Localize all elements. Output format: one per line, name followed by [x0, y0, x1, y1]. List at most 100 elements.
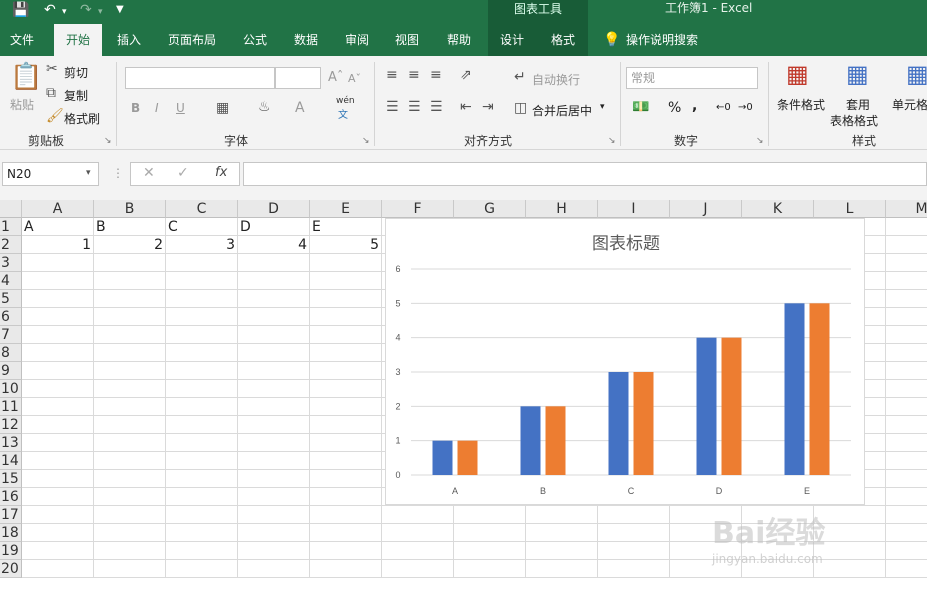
cell-e13[interactable]: [310, 434, 382, 452]
cell-h18[interactable]: [526, 524, 598, 542]
cell-d7[interactable]: [238, 326, 310, 344]
row-header-6[interactable]: 6: [0, 308, 22, 326]
row-header-16[interactable]: 16: [0, 488, 22, 506]
redo-icon[interactable]: ↷: [80, 2, 92, 18]
cell-d12[interactable]: [238, 416, 310, 434]
cell-g19[interactable]: [454, 542, 526, 560]
tab-insert[interactable]: 插入: [108, 24, 150, 56]
tab-home[interactable]: 开始: [54, 24, 102, 56]
save-icon[interactable]: 💾: [12, 2, 29, 18]
phonetic-guide-icon[interactable]: wén: [336, 96, 355, 106]
paste-label[interactable]: 粘贴: [10, 96, 34, 113]
underline-button[interactable]: U: [176, 101, 185, 115]
align-middle-icon[interactable]: ≡: [408, 68, 420, 82]
cell-c11[interactable]: [166, 398, 238, 416]
cell-e11[interactable]: [310, 398, 382, 416]
cell-d1[interactable]: D: [238, 218, 310, 236]
enter-icon[interactable]: ✓: [177, 165, 189, 181]
cell-b7[interactable]: [94, 326, 166, 344]
cut-button[interactable]: 剪切: [64, 64, 88, 81]
cell-g20[interactable]: [454, 560, 526, 578]
row-header-5[interactable]: 5: [0, 290, 22, 308]
comma-style-button[interactable]: ,: [692, 98, 697, 114]
cell-m8[interactable]: [886, 344, 927, 362]
cell-i19[interactable]: [598, 542, 670, 560]
cell-c1[interactable]: C: [166, 218, 238, 236]
cell-a14[interactable]: [22, 452, 94, 470]
number-format-select[interactable]: 常规: [626, 67, 758, 89]
cell-c18[interactable]: [166, 524, 238, 542]
cell-d13[interactable]: [238, 434, 310, 452]
cell-a10[interactable]: [22, 380, 94, 398]
cell-h17[interactable]: [526, 506, 598, 524]
cell-m4[interactable]: [886, 272, 927, 290]
cell-a15[interactable]: [22, 470, 94, 488]
bold-button[interactable]: B: [131, 101, 140, 115]
cell-m1[interactable]: [886, 218, 927, 236]
column-header-e[interactable]: E: [310, 200, 382, 218]
cell-e19[interactable]: [310, 542, 382, 560]
align-bottom-icon[interactable]: ≡: [430, 68, 442, 82]
fill-color-icon[interactable]: ♨: [258, 100, 271, 114]
bar-series1-c[interactable]: [608, 372, 629, 475]
decrease-indent-icon[interactable]: ⇤: [460, 100, 472, 114]
cell-b18[interactable]: [94, 524, 166, 542]
border-icon[interactable]: ▦: [216, 101, 229, 115]
cell-f17[interactable]: [382, 506, 454, 524]
cell-i18[interactable]: [598, 524, 670, 542]
row-header-15[interactable]: 15: [0, 470, 22, 488]
tab-file[interactable]: 文件: [0, 24, 44, 56]
align-center-icon[interactable]: ☰: [408, 100, 421, 114]
cell-c4[interactable]: [166, 272, 238, 290]
cell-c2[interactable]: 3: [166, 236, 238, 254]
bar-series2-b[interactable]: [545, 406, 566, 475]
cell-c13[interactable]: [166, 434, 238, 452]
font-name-box[interactable]: [125, 67, 275, 89]
tab-review[interactable]: 审阅: [336, 24, 378, 56]
cell-e9[interactable]: [310, 362, 382, 380]
row-header-17[interactable]: 17: [0, 506, 22, 524]
alignment-launcher-icon[interactable]: ↘: [608, 136, 616, 146]
undo-icon[interactable]: ↶: [44, 2, 56, 18]
cell-h19[interactable]: [526, 542, 598, 560]
cell-m19[interactable]: [886, 542, 927, 560]
increase-decimal-icon[interactable]: ←0: [716, 102, 731, 113]
cell-e10[interactable]: [310, 380, 382, 398]
paste-icon[interactable]: 📋: [10, 64, 42, 90]
column-header-c[interactable]: C: [166, 200, 238, 218]
font-launcher-icon[interactable]: ↘: [362, 136, 370, 146]
bar-series2-e[interactable]: [809, 303, 830, 475]
merge-center-button[interactable]: 合并后居中: [532, 102, 592, 119]
cell-a2[interactable]: 1: [22, 236, 94, 254]
row-header-4[interactable]: 4: [0, 272, 22, 290]
cell-e7[interactable]: [310, 326, 382, 344]
cell-b9[interactable]: [94, 362, 166, 380]
cell-c8[interactable]: [166, 344, 238, 362]
cell-e2[interactable]: 5: [310, 236, 382, 254]
merge-dropdown-icon[interactable]: ▾: [600, 102, 605, 112]
cell-a3[interactable]: [22, 254, 94, 272]
chart-plot[interactable]: 0 1 2 3 4 5 6 A B C D E: [386, 219, 866, 506]
tab-view[interactable]: 视图: [386, 24, 428, 56]
cell-c16[interactable]: [166, 488, 238, 506]
cell-e16[interactable]: [310, 488, 382, 506]
column-header-j[interactable]: J: [670, 200, 742, 218]
cell-m18[interactable]: [886, 524, 927, 542]
align-top-icon[interactable]: ≡: [386, 68, 398, 82]
cell-f19[interactable]: [382, 542, 454, 560]
decrease-font-icon[interactable]: Aˇ: [348, 72, 361, 85]
orientation-icon[interactable]: ⇗: [460, 68, 472, 82]
row-header-12[interactable]: 12: [0, 416, 22, 434]
cell-a12[interactable]: [22, 416, 94, 434]
cell-c15[interactable]: [166, 470, 238, 488]
column-header-d[interactable]: D: [238, 200, 310, 218]
bar-series1-d[interactable]: [696, 337, 717, 475]
cell-c14[interactable]: [166, 452, 238, 470]
align-right-icon[interactable]: ☰: [430, 100, 443, 114]
cell-b5[interactable]: [94, 290, 166, 308]
cell-i20[interactable]: [598, 560, 670, 578]
cell-c5[interactable]: [166, 290, 238, 308]
chart-area[interactable]: 图表标题 0123456ABCDE: [385, 218, 865, 505]
cell-m12[interactable]: [886, 416, 927, 434]
column-header-b[interactable]: B: [94, 200, 166, 218]
